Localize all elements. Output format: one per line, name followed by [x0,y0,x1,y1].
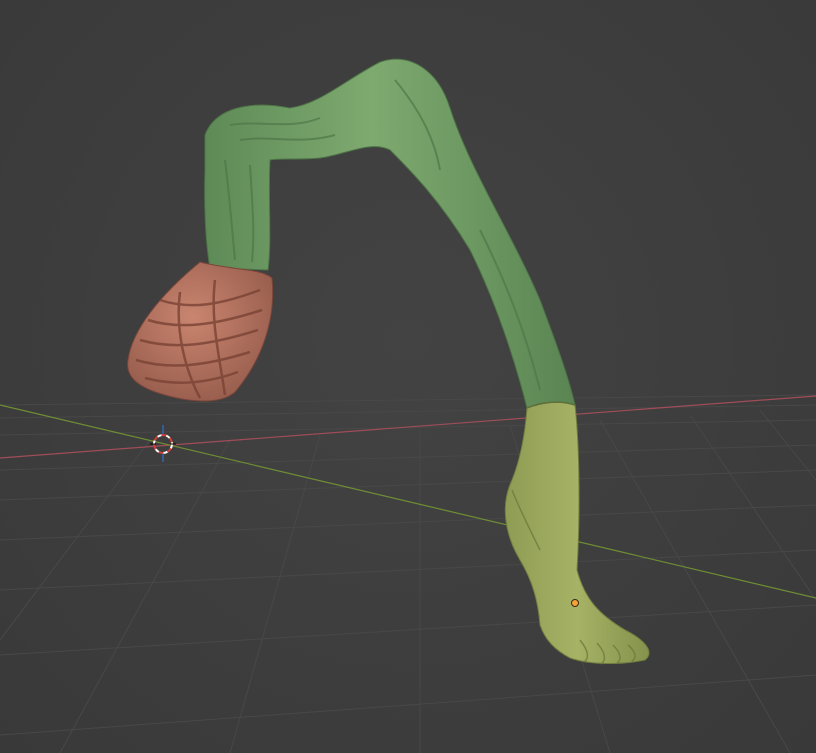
viewport-canvas[interactable] [0,0,816,753]
origin-dot-icon[interactable] [571,599,579,607]
3d-viewport[interactable] [0,0,816,753]
y-axis-line [0,404,816,599]
sculpted-leg-icon[interactable] [127,58,650,665]
thigh-mesh [204,58,576,409]
foot-mesh [504,401,650,665]
